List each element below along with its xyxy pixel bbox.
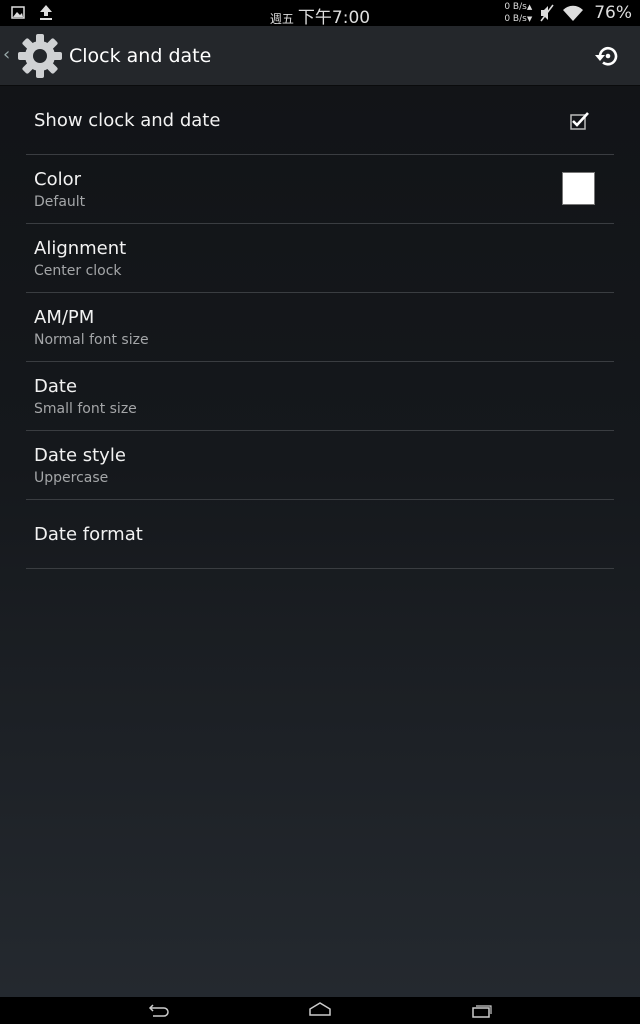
show-clock-checkbox[interactable] — [568, 110, 590, 132]
show-clock-row[interactable]: Show clock and date — [26, 86, 614, 155]
time-label: 下午7:00 — [297, 8, 371, 28]
ampm-row[interactable]: AM/PM Normal font size — [26, 293, 614, 362]
wifi-icon — [563, 5, 584, 21]
date-title: Date — [34, 376, 78, 397]
color-row[interactable]: Color Default — [26, 155, 614, 224]
net-up-label: 0 B/s — [504, 2, 527, 12]
home-icon[interactable] — [308, 1001, 332, 1019]
page-title: Clock and date — [69, 45, 212, 67]
date-style-row[interactable]: Date style Uppercase — [26, 431, 614, 500]
alignment-title: Alignment — [34, 238, 127, 259]
color-summary: Default — [34, 194, 86, 210]
back-icon[interactable] — [147, 1001, 171, 1019]
date-format-title: Date format — [34, 524, 143, 545]
network-speed: 0 B/s▲ 0 B/s▼ — [504, 2, 533, 24]
alignment-row[interactable]: Alignment Center clock — [26, 224, 614, 293]
recent-apps-icon[interactable] — [470, 1001, 494, 1019]
up-caret-icon[interactable]: ‹ — [3, 44, 10, 65]
ampm-summary: Normal font size — [34, 332, 149, 348]
color-title: Color — [34, 169, 81, 190]
settings-list: Show clock and date Color Default Alignm… — [26, 86, 614, 569]
net-down-label: 0 B/s — [504, 14, 527, 24]
action-bar: ‹ Clock and date — [0, 26, 640, 86]
reset-icon[interactable] — [594, 42, 622, 70]
navigation-bar — [0, 997, 640, 1024]
show-clock-title: Show clock and date — [34, 110, 221, 131]
battery-percent: 76% — [594, 3, 632, 23]
status-bar: 週五 下午7:00 0 B/s▲ 0 B/s▼ 76% — [0, 0, 640, 28]
mute-icon — [540, 4, 554, 22]
system-icons: 0 B/s▲ 0 B/s▼ 76% — [504, 1, 632, 25]
screen: 週五 下午7:00 0 B/s▲ 0 B/s▼ 76% ‹ Clock and … — [0, 0, 640, 1024]
date-format-row[interactable]: Date format — [26, 500, 614, 569]
color-swatch[interactable] — [562, 172, 595, 205]
date-style-summary: Uppercase — [34, 470, 109, 486]
day-label: 週五 — [269, 12, 294, 26]
alignment-summary: Center clock — [34, 263, 122, 279]
settings-gear-icon[interactable] — [15, 31, 65, 81]
date-style-title: Date style — [34, 445, 126, 466]
ampm-title: AM/PM — [34, 307, 95, 328]
date-row[interactable]: Date Small font size — [26, 362, 614, 431]
date-summary: Small font size — [34, 401, 137, 417]
